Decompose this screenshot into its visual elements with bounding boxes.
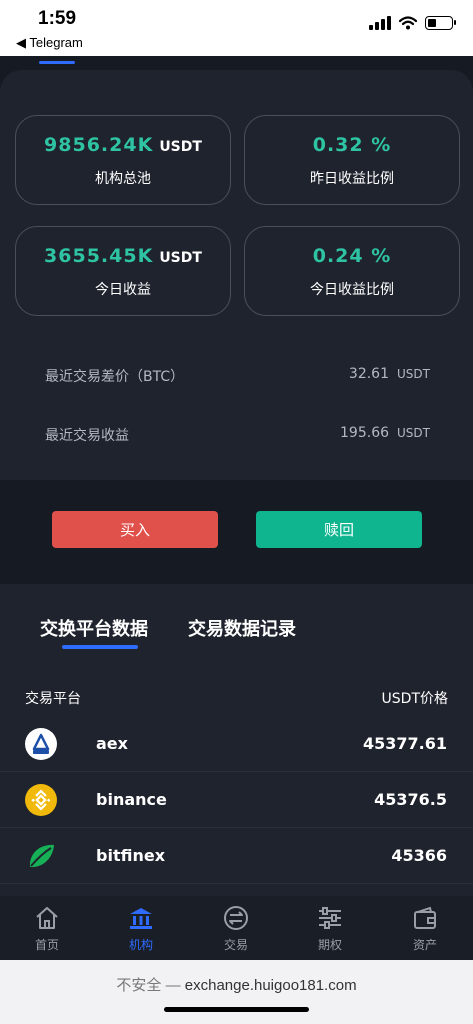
stat-label: 今日收益: [95, 282, 151, 298]
nav-label: 机构: [128, 938, 153, 952]
address-bar[interactable]: 不安全 — exchange.huigoo181.com: [0, 974, 473, 995]
stat-card-total-pool: 9856.24K USDT 机构总池: [15, 115, 231, 205]
stat-value: 3655.45K: [44, 245, 154, 267]
redeem-button[interactable]: 赎回: [256, 511, 422, 548]
nav-label: 资产: [412, 938, 437, 952]
stat-value: 9856.24K: [44, 134, 154, 156]
battery-icon: [425, 16, 456, 30]
url-text: exchange.huigoo181.com: [184, 977, 357, 994]
platform-price: 45366: [391, 846, 447, 865]
platform-price: 45376.5: [374, 790, 447, 809]
active-tab-underline: [62, 645, 138, 649]
exchange-icon: [224, 906, 248, 930]
table-row[interactable]: bitfinex 45366: [0, 828, 473, 884]
browser-url-bar: 不安全 — exchange.huigoo181.com: [0, 960, 473, 1024]
buy-button[interactable]: 买入: [52, 511, 218, 548]
nav-assets[interactable]: 资产: [395, 904, 455, 953]
cellular-signal-icon: [369, 16, 391, 30]
tab-trade-records[interactable]: 交易数据记录: [188, 615, 296, 641]
nav-label: 首页: [34, 938, 59, 952]
list-header: 交易平台 USDT价格: [25, 688, 448, 708]
nav-trade[interactable]: 交易: [206, 904, 266, 953]
stat-label: 机构总池: [95, 171, 151, 187]
stat-unit: USDT: [159, 139, 202, 155]
back-to-telegram-link[interactable]: ◀ Telegram: [16, 35, 83, 51]
institution-icon: [130, 908, 152, 929]
stat-value: 0.24 %: [312, 245, 392, 267]
stat-label: 今日收益比例: [310, 282, 394, 298]
home-icon: [36, 907, 58, 929]
bottom-navigation: 首页 机构 交易 期权 资产: [0, 896, 473, 960]
info-label: 最近交易收益: [45, 428, 129, 444]
platform-name: binance: [96, 790, 167, 809]
home-indicator[interactable]: [164, 1007, 309, 1012]
stat-card-yesterday-ratio: 0.32 % 昨日收益比例: [244, 115, 460, 205]
system-icons: [369, 16, 456, 30]
stat-card-today-ratio: 0.24 % 今日收益比例: [244, 226, 460, 316]
wallet-icon: [414, 906, 436, 929]
column-usdt-price: USDT价格: [381, 691, 448, 707]
info-row-recent-income: 最近交易收益 195.66 USDT: [45, 425, 430, 445]
wifi-icon: [399, 16, 417, 30]
info-label: 最近交易差价（BTC）: [45, 369, 185, 385]
column-platform: 交易平台: [25, 691, 81, 707]
binance-logo-icon: [25, 784, 57, 816]
sliders-icon: [319, 907, 341, 929]
info-value: 195.66: [340, 425, 390, 441]
stat-unit: USDT: [159, 250, 202, 266]
nav-label: 期权: [317, 938, 342, 952]
platform-price: 45377.61: [362, 734, 447, 753]
insecure-label: 不安全 —: [116, 977, 181, 994]
bitfinex-logo-icon: [25, 840, 57, 872]
tab-exchange-platform-data[interactable]: 交换平台数据: [40, 615, 148, 641]
platform-name: aex: [96, 734, 128, 753]
stat-label: 昨日收益比例: [310, 171, 394, 187]
clock: 1:59: [38, 8, 77, 29]
stat-card-today-income: 3655.45K USDT 今日收益: [15, 226, 231, 316]
info-value: 32.61: [348, 366, 390, 382]
info-row-recent-spread: 最近交易差价（BTC） 32.61 USDT: [45, 366, 430, 386]
top-tab-indicator: [39, 61, 75, 64]
nav-institution[interactable]: 机构: [111, 904, 171, 953]
table-row[interactable]: binance 45376.5: [0, 772, 473, 828]
nav-label: 交易: [223, 938, 248, 952]
aex-logo-icon: [25, 728, 57, 760]
stat-value: 0.32 %: [312, 134, 392, 156]
platform-name: bitfinex: [96, 846, 166, 865]
table-row[interactable]: aex 45377.61: [0, 716, 473, 772]
nav-home[interactable]: 首页: [17, 904, 77, 953]
status-bar: 1:59 ◀ Telegram: [0, 0, 473, 56]
nav-options[interactable]: 期权: [300, 904, 360, 953]
info-unit: USDT: [397, 426, 430, 440]
info-unit: USDT: [397, 367, 430, 381]
